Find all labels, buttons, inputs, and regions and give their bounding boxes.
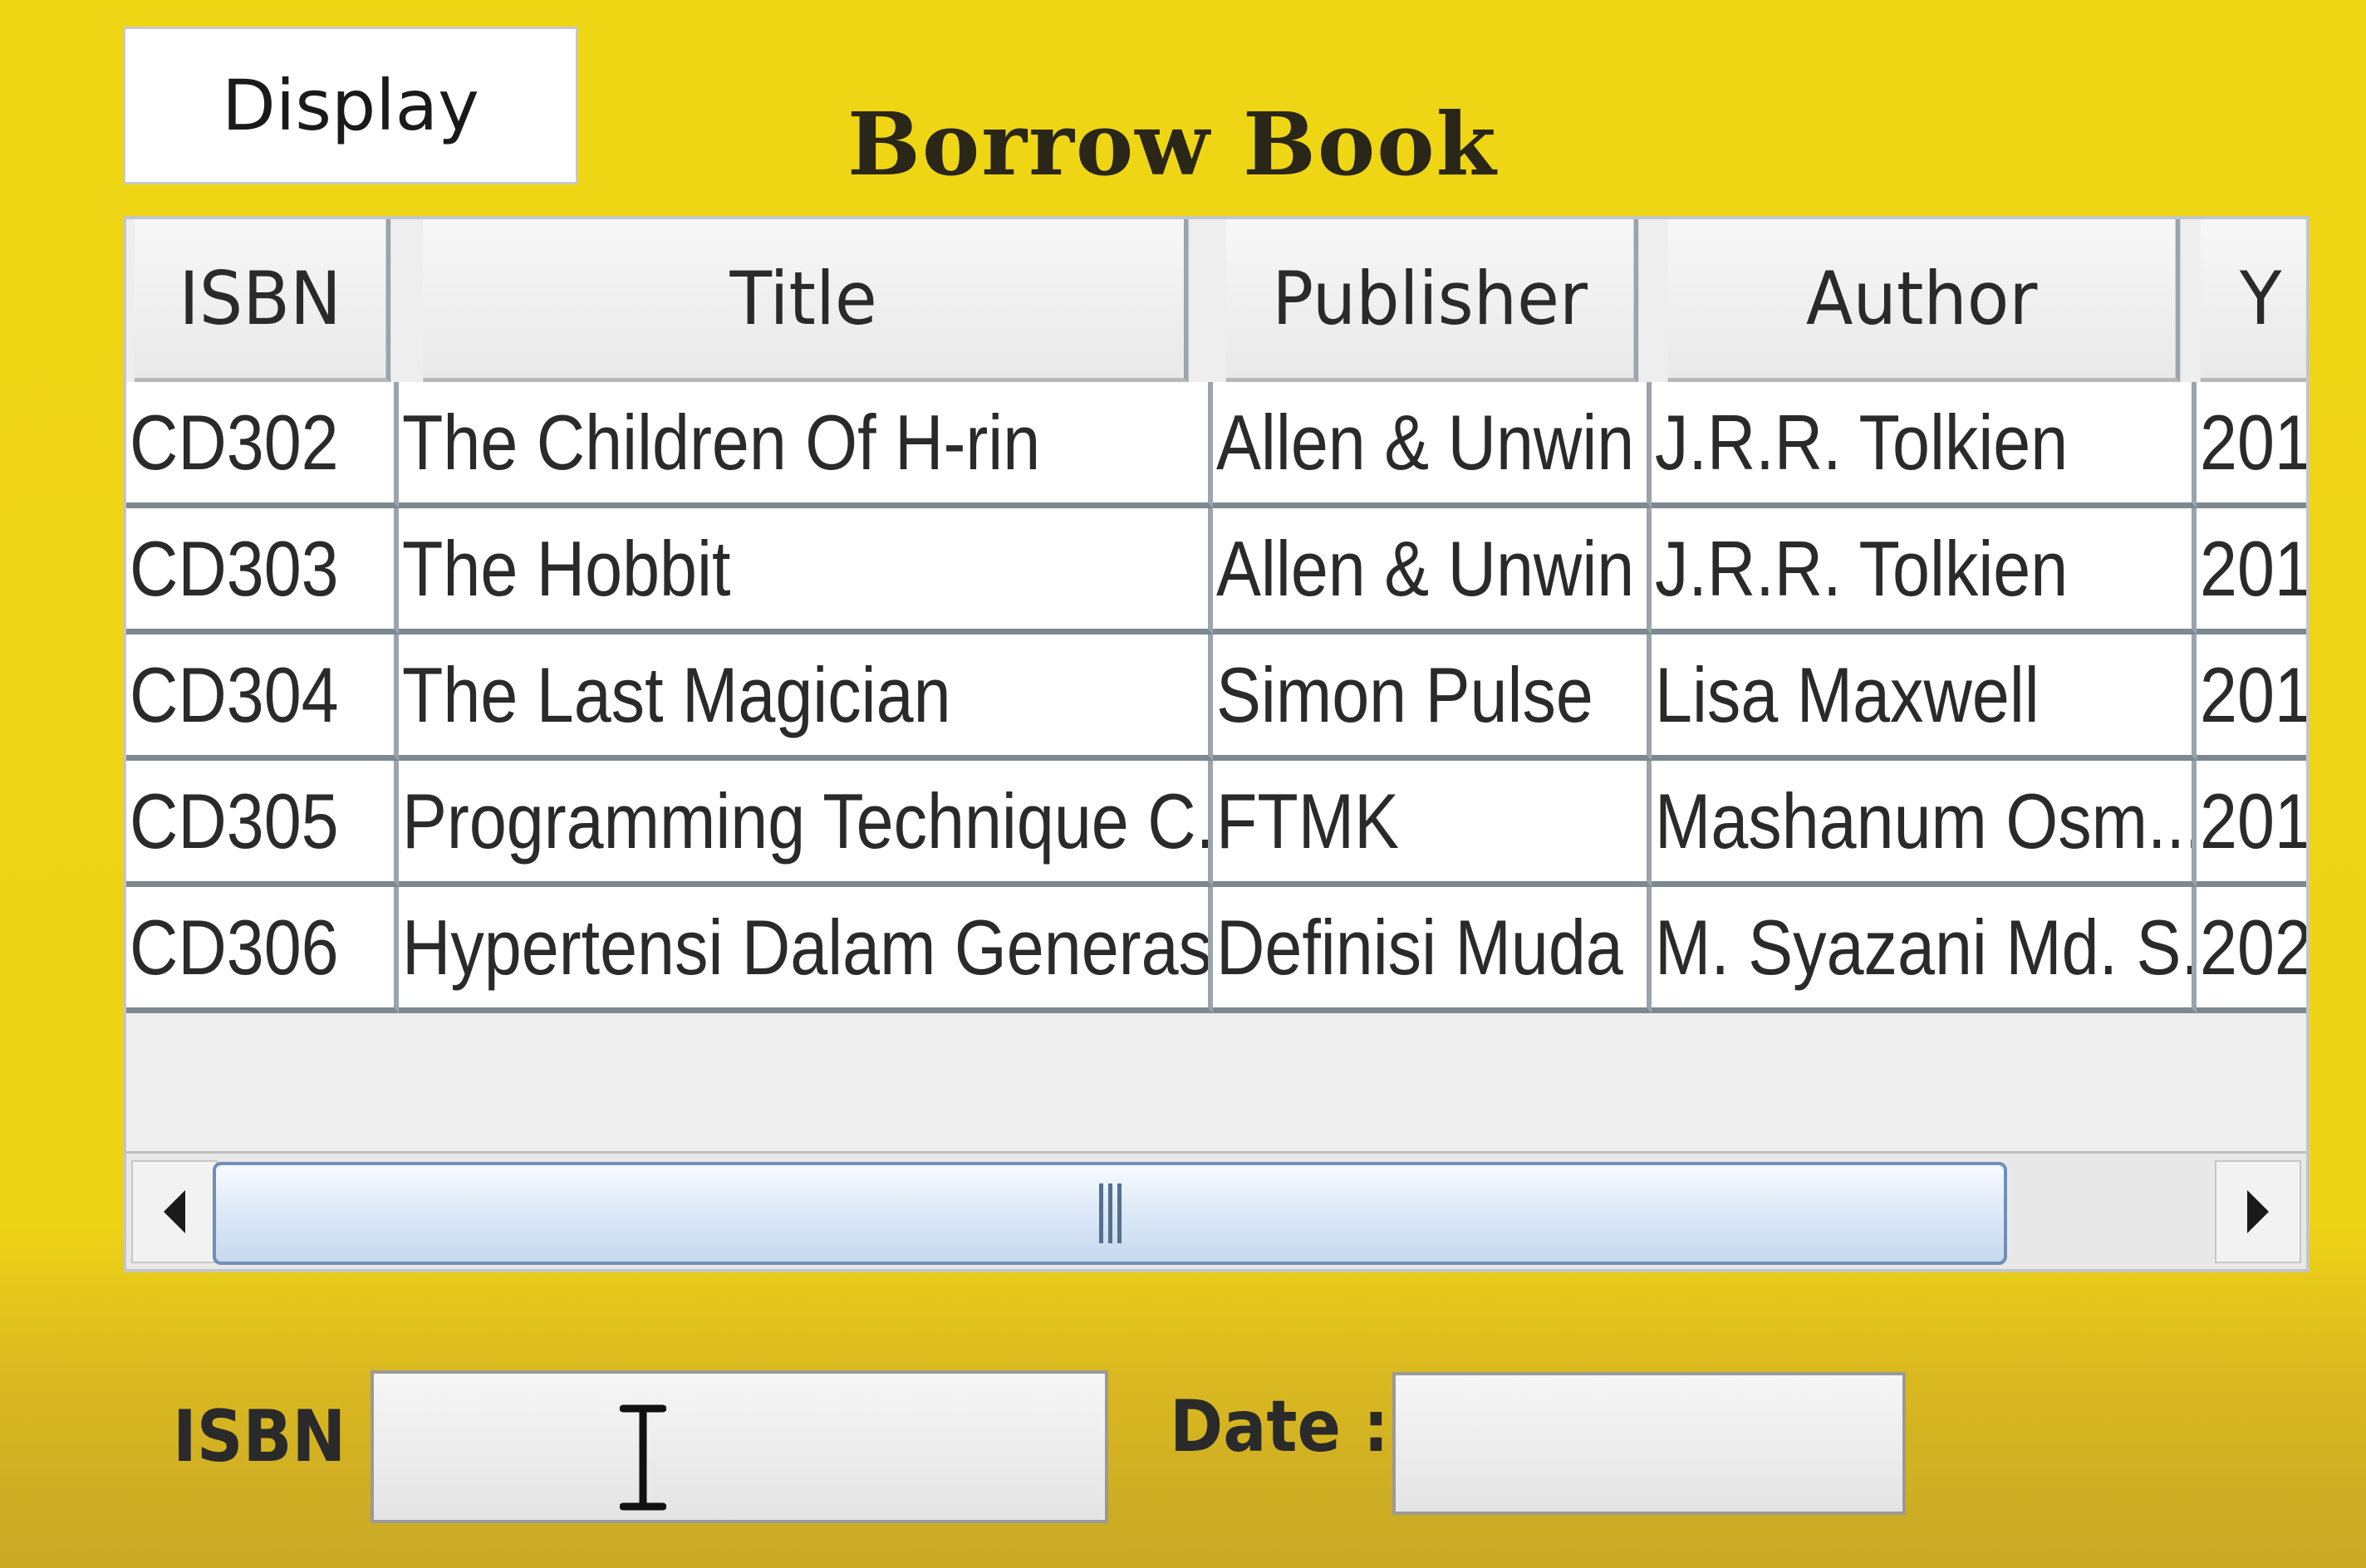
page-title: Borrow Book (847, 93, 1498, 195)
cell-publisher[interactable]: FTMK (1213, 761, 1652, 887)
column-header-author[interactable]: Author (1667, 219, 2181, 382)
cell-author[interactable]: M. Syazani Md. S... (1652, 887, 2197, 1013)
cell-title[interactable]: Programming Technique C... (399, 761, 1213, 887)
cell-isbn[interactable]: CD304 (126, 635, 399, 761)
column-header-title[interactable]: Title (423, 219, 1189, 382)
column-header-isbn[interactable]: ISBN (134, 219, 391, 382)
table-row[interactable]: CD303 The Hobbit Allen & Unwin J.R.R. To… (126, 508, 2306, 635)
triangle-right-icon (2247, 1190, 2269, 1233)
cell-title[interactable]: The Last Magician (399, 635, 1213, 761)
cell-isbn[interactable]: CD302 (126, 382, 399, 508)
books-table: ISBN Title Publisher Author Y CD302 The … (123, 216, 2310, 1272)
text-cursor-icon (620, 1404, 666, 1511)
cell-isbn[interactable]: CD303 (126, 508, 399, 635)
cell-author[interactable]: J.R.R. Tolkien (1652, 508, 2197, 635)
table-viewport: ISBN Title Publisher Author Y CD302 The … (126, 219, 2306, 1149)
cell-publisher[interactable]: Allen & Unwin (1213, 382, 1652, 508)
cell-title[interactable]: The Children Of H-rin (399, 382, 1213, 508)
table-row[interactable]: CD304 The Last Magician Simon Pulse Lisa… (126, 635, 2306, 761)
cell-isbn[interactable]: CD306 (126, 887, 399, 1013)
grip-icon (1098, 1183, 1122, 1243)
column-header-publisher[interactable]: Publisher (1225, 219, 1639, 382)
table-header: ISBN Title Publisher Author Y (126, 219, 2306, 382)
cell-title[interactable]: The Hobbit (399, 508, 1213, 635)
isbn-input[interactable] (371, 1370, 1108, 1523)
date-label: Date : (1170, 1385, 1389, 1468)
cell-year[interactable]: 202 (2197, 887, 2306, 1013)
cell-author[interactable]: J.R.R. Tolkien (1652, 382, 2197, 508)
table-row[interactable]: CD306 Hypertensi Dalam Generasi Definisi… (126, 887, 2306, 1013)
date-input[interactable] (1392, 1372, 1906, 1515)
scroll-left-button[interactable] (131, 1160, 218, 1263)
cell-isbn[interactable]: CD305 (126, 761, 399, 887)
column-header-year[interactable]: Y (2200, 219, 2306, 382)
cell-year[interactable]: 201 (2197, 761, 2306, 887)
cell-publisher[interactable]: Simon Pulse (1213, 635, 1652, 761)
cell-publisher[interactable]: Allen & Unwin (1213, 508, 1652, 635)
cell-year[interactable]: 201 (2197, 635, 2306, 761)
cell-year[interactable]: 201 (2197, 508, 2306, 635)
scroll-thumb[interactable] (213, 1162, 2007, 1265)
table-row[interactable]: CD305 Programming Technique C... FTMK Ma… (126, 761, 2306, 887)
cell-publisher[interactable]: Definisi Muda (1213, 887, 1652, 1013)
display-button[interactable]: Display (123, 27, 578, 184)
cell-year[interactable]: 201 (2197, 382, 2306, 508)
table-row[interactable]: CD302 The Children Of H-rin Allen & Unwi… (126, 382, 2306, 508)
triangle-left-icon (164, 1190, 185, 1233)
isbn-label: ISBN : (173, 1395, 395, 1478)
cell-title[interactable]: Hypertensi Dalam Generasi (399, 887, 1213, 1013)
cell-author[interactable]: Lisa Maxwell (1652, 635, 2197, 761)
horizontal-scrollbar[interactable] (126, 1151, 2306, 1269)
cell-author[interactable]: Mashanum Osm... (1652, 761, 2197, 887)
scroll-right-button[interactable] (2215, 1160, 2301, 1263)
